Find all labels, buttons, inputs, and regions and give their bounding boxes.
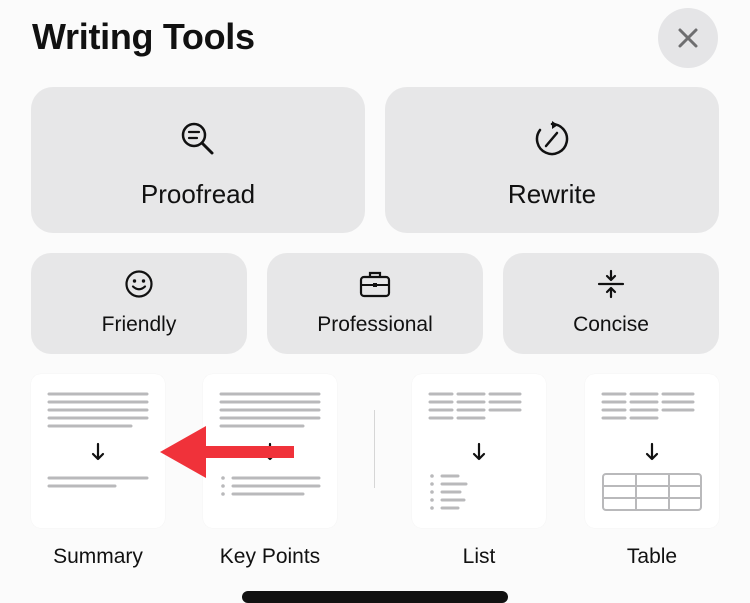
compress-icon xyxy=(597,269,625,299)
professional-label: Professional xyxy=(317,313,433,336)
list-doc-icon xyxy=(428,392,522,510)
summary-card[interactable] xyxy=(31,374,165,528)
table-label: Table xyxy=(626,545,678,568)
table-card[interactable] xyxy=(585,374,719,528)
page-title: Writing Tools xyxy=(32,16,255,57)
professional-button[interactable]: Professional xyxy=(267,253,483,354)
magnify-text-icon xyxy=(181,122,214,155)
proofread-button[interactable]: Proofread xyxy=(31,87,365,233)
rewrite-button[interactable]: Rewrite xyxy=(385,87,719,233)
annotation-arrow-icon xyxy=(160,426,294,478)
rewrite-label: Rewrite xyxy=(507,179,597,209)
rewrite-dial-icon xyxy=(535,121,569,156)
summary-doc-icon xyxy=(47,392,149,488)
table-doc-icon xyxy=(601,392,702,511)
key-points-label: Key Points xyxy=(219,545,321,568)
list-card[interactable] xyxy=(412,374,546,528)
list-label: List xyxy=(462,545,496,568)
smiley-icon xyxy=(125,270,153,298)
concise-button[interactable]: Concise xyxy=(503,253,719,354)
concise-label: Concise xyxy=(573,313,649,336)
friendly-label: Friendly xyxy=(101,313,177,336)
close-icon xyxy=(678,28,698,48)
close-button[interactable] xyxy=(658,8,718,68)
home-indicator xyxy=(242,591,508,603)
briefcase-icon xyxy=(359,271,391,298)
format-divider xyxy=(374,410,375,488)
summary-label: Summary xyxy=(53,545,143,568)
proofread-label: Proofread xyxy=(140,179,256,209)
friendly-button[interactable]: Friendly xyxy=(31,253,247,354)
